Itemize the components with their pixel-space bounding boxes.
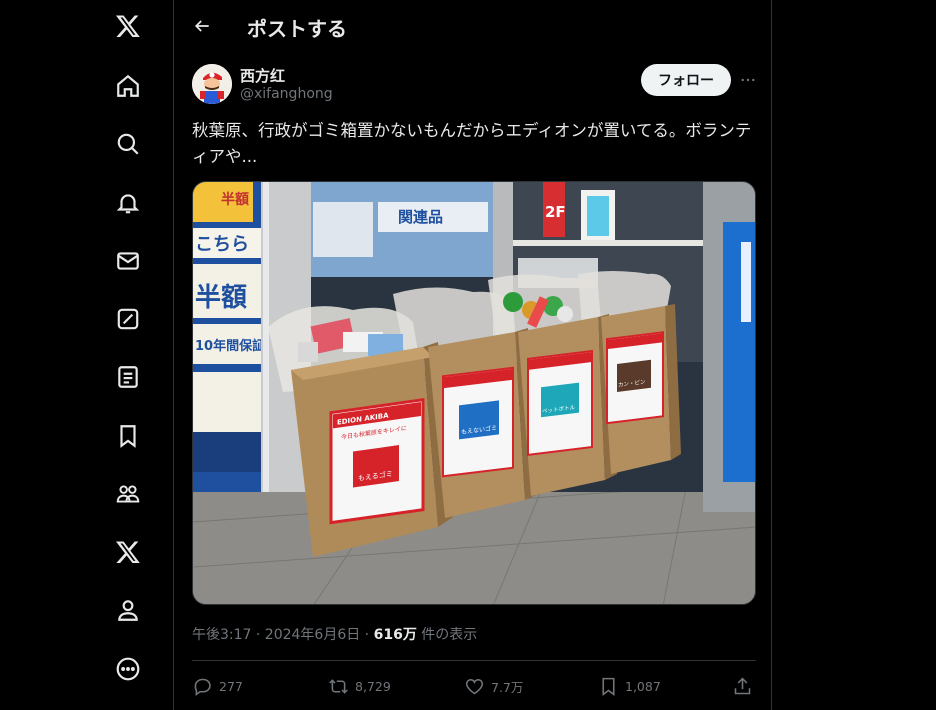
like-count: 7.7万 [491, 679, 524, 695]
notifications-icon[interactable] [114, 189, 142, 217]
more-icon[interactable] [114, 655, 142, 683]
view-count: 616万 [373, 627, 417, 643]
grok-icon[interactable] [114, 305, 142, 333]
post-text: 秋葉原、行政がゴミ箱置かないもんだからエディオンが置いてる。ボランティアや... [192, 121, 752, 166]
share-button[interactable] [732, 674, 753, 698]
reply-icon [194, 678, 211, 696]
divider [192, 660, 756, 661]
repost-icon [329, 678, 348, 694]
store-sign-text: 半額 [195, 283, 247, 313]
repost-button[interactable]: 8,729 [328, 674, 391, 698]
post-more-button[interactable] [736, 70, 760, 90]
store-sign-text: こちら [195, 234, 249, 255]
premium-icon[interactable] [114, 538, 142, 566]
bookmark-icon [602, 677, 615, 696]
post-timestamp[interactable]: 午後3:17 · 2024年6月6日 · [192, 627, 374, 643]
follow-button[interactable]: フォロー [641, 64, 731, 96]
store-sign-text: 半額 [221, 191, 249, 208]
messages-icon[interactable] [114, 247, 142, 275]
store-sign-text: 2F [545, 203, 566, 221]
ellipsis-icon [741, 78, 755, 82]
back-arrow-icon [194, 20, 209, 32]
bookmark-button[interactable]: 1,087 [598, 674, 661, 698]
share-icon [734, 677, 751, 694]
heart-icon [465, 678, 484, 694]
page-title: ポストする [247, 17, 347, 41]
home-icon[interactable] [114, 72, 142, 100]
avatar[interactable] [192, 64, 232, 104]
back-button[interactable] [188, 12, 216, 40]
lists-icon[interactable] [114, 363, 142, 391]
store-sign-text: 10年間保証 [195, 338, 265, 354]
photo-illustration: 半額 こちら 半額 10年間保証 関連品 2F EDION AKIBA 今日も秋… [193, 182, 755, 604]
communities-icon[interactable] [114, 480, 142, 508]
author-name[interactable]: 西方红 [240, 65, 285, 86]
post-detail-column: ポストする 西方红 @xifanghong フォロー 秋葉原、行政がゴミ箱置かな… [173, 0, 772, 710]
reply-count: 277 [219, 678, 243, 694]
store-sign-text: 関連品 [398, 208, 443, 226]
sidebar [0, 0, 173, 710]
bookmarks-icon[interactable] [114, 422, 142, 450]
post-image[interactable]: 半額 こちら 半額 10年間保証 関連品 2F EDION AKIBA 今日も秋… [192, 181, 756, 605]
post-meta: 午後3:17 · 2024年6月6日 · 616万 件の表示 [192, 624, 477, 644]
app-window: ポストする 西方红 @xifanghong フォロー 秋葉原、行政がゴミ箱置かな… [0, 0, 936, 710]
like-button[interactable]: 7.7万 [464, 674, 523, 698]
post-actions: 277 8,729 7.7万 1,087 [192, 672, 756, 700]
bookmark-count: 1,087 [625, 678, 661, 694]
view-count-label: 件の表示 [416, 627, 478, 643]
post-header: ポストする [174, 0, 773, 52]
profile-icon[interactable] [114, 596, 142, 624]
search-icon[interactable] [114, 130, 142, 158]
x-logo-icon[interactable] [114, 12, 142, 40]
reply-button[interactable]: 277 [192, 674, 243, 698]
author-handle[interactable]: @xifanghong [240, 86, 333, 102]
repost-count: 8,729 [355, 678, 391, 694]
